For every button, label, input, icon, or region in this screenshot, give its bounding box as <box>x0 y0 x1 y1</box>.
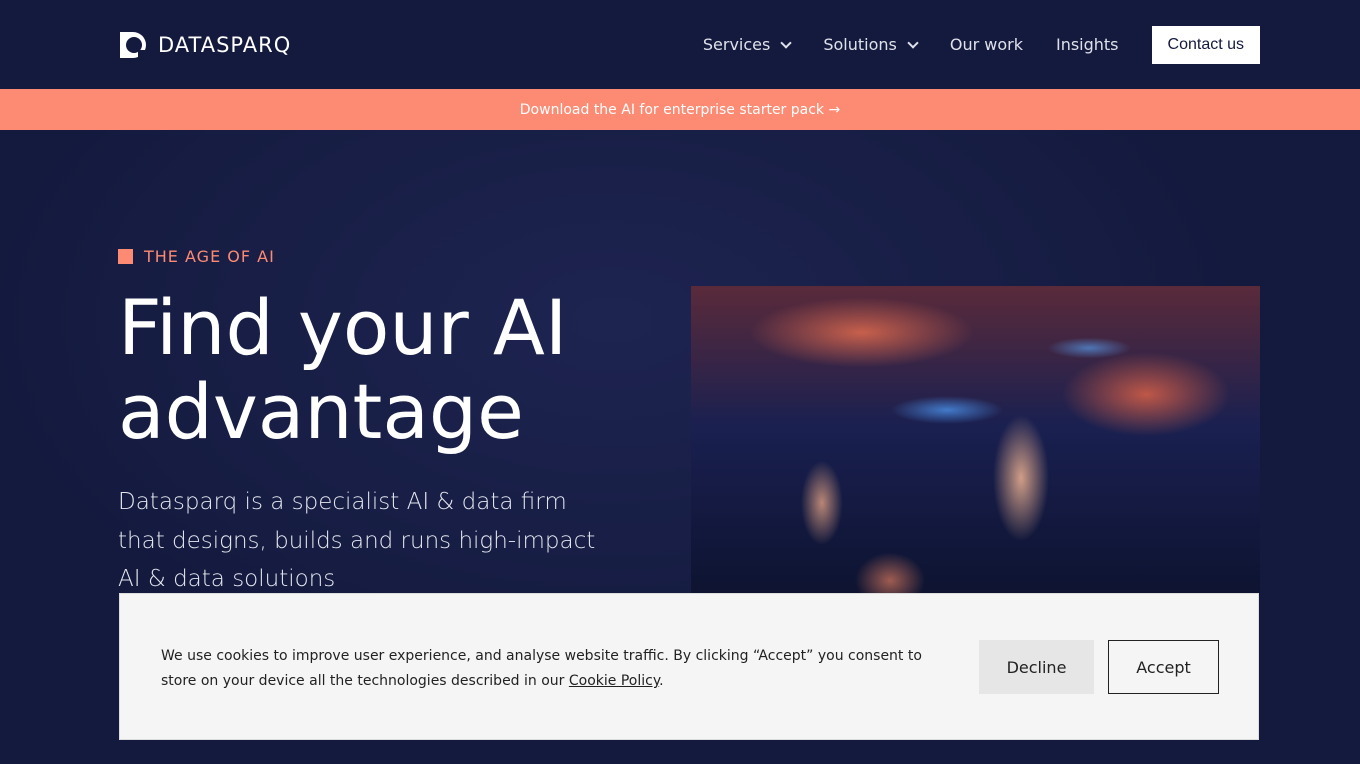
logo-icon <box>120 31 146 58</box>
nav-insights[interactable]: Insights <box>1056 35 1119 54</box>
hero-title: Find your AI advantage <box>118 283 568 456</box>
chevron-down-icon <box>780 36 792 49</box>
nav-services[interactable]: Services <box>702 35 792 54</box>
nav-our-work[interactable]: Our work <box>950 35 1023 54</box>
nav-label: Solutions <box>823 35 897 54</box>
cookie-text: We use cookies to improve user experienc… <box>161 644 951 694</box>
top-nav: DATASPARQ Services Solutions Our work In… <box>0 0 1360 89</box>
logo[interactable]: DATASPARQ <box>118 30 291 60</box>
contact-button[interactable]: Contact us <box>1151 25 1260 64</box>
promo-banner[interactable]: Download the AI for enterprise starter p… <box>0 89 1360 130</box>
nav-label: Services <box>702 35 771 54</box>
brand-name: DATASPARQ <box>158 32 292 57</box>
cookie-period: . <box>659 673 664 689</box>
accept-button[interactable]: Accept <box>1108 640 1219 694</box>
eyebrow-text: THE AGE OF AI <box>144 247 275 266</box>
cookie-policy-link[interactable]: Cookie Policy <box>569 673 659 689</box>
banner-link[interactable]: Download the AI for enterprise starter p… <box>520 102 840 118</box>
cookie-message: We use cookies to improve user experienc… <box>161 648 922 689</box>
nav-solutions[interactable]: Solutions <box>823 35 919 54</box>
cookie-banner: We use cookies to improve user experienc… <box>119 593 1259 740</box>
square-icon <box>118 249 133 264</box>
hero-description: Datasparq is a specialist AI & data firm… <box>118 489 596 592</box>
eyebrow: THE AGE OF AI <box>118 247 275 266</box>
nav-label: Our work <box>949 35 1023 54</box>
chevron-down-icon <box>907 36 919 49</box>
decline-button[interactable]: Decline <box>979 640 1094 694</box>
hero-image <box>691 286 1260 596</box>
nav-label: Insights <box>1055 35 1119 54</box>
